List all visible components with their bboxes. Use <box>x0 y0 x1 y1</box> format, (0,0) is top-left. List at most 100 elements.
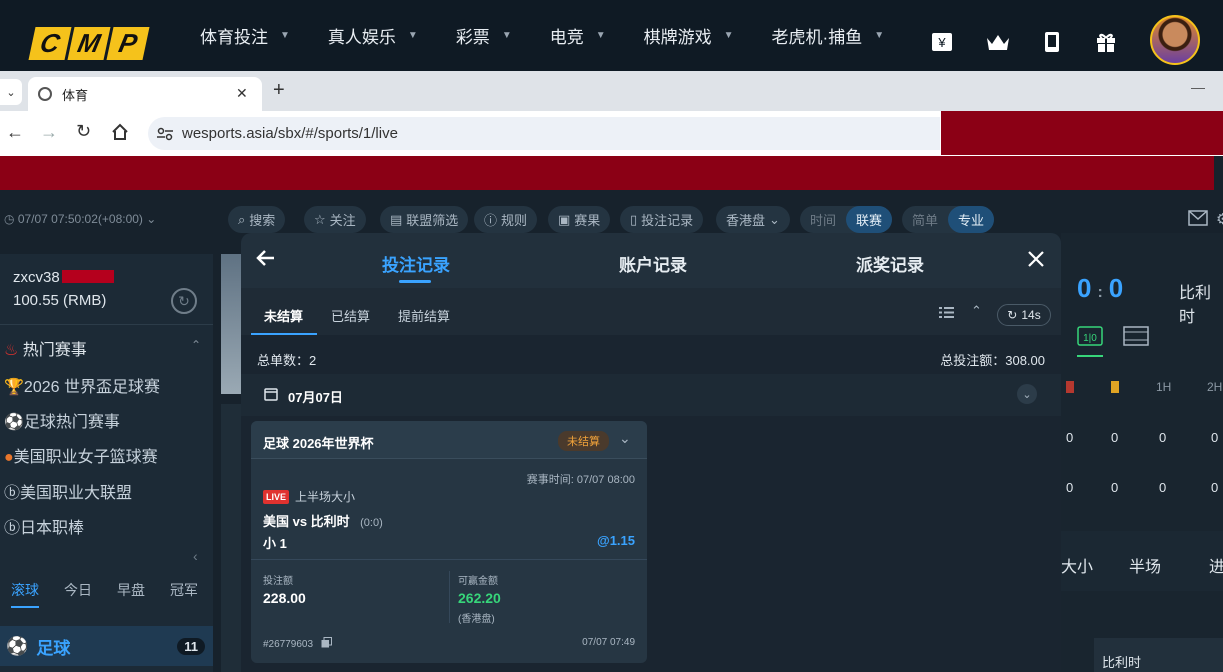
collapse-chevron-icon[interactable]: ‹ <box>193 548 198 564</box>
status-badge: 未结算 <box>558 431 609 451</box>
sort-league-option[interactable]: 联赛 <box>846 206 893 233</box>
match-time-label: 赛事时间: <box>526 474 574 486</box>
sidebar-item-wnba[interactable]: ●美国职业女子篮球赛 <box>4 443 158 467</box>
url-field[interactable]: wesports.asia/sbx/#/sports/1/live <box>148 117 940 150</box>
chevron-down-icon[interactable]: ⌄ <box>619 430 631 447</box>
gift-icon[interactable] <box>1094 30 1118 54</box>
username: zxcv38 <box>13 269 114 286</box>
subtab-settled[interactable]: 已结算 <box>331 306 370 325</box>
tab-account-records[interactable]: 账户记录 <box>619 251 687 276</box>
reload-icon[interactable]: ↻ <box>76 121 91 142</box>
rules-button[interactable]: ⓘ 规则 <box>474 206 538 233</box>
nav-item-board-games[interactable]: 棋牌游戏 ▼ <box>644 23 734 48</box>
clock: ◷ 07/07 07:50:02(+08:00) ⌄ <box>4 212 156 226</box>
yuan-icon[interactable]: ¥ <box>930 30 954 54</box>
score-cell: 0 <box>1111 430 1119 445</box>
bet-history-button[interactable]: ▯ 投注记录 <box>620 206 704 233</box>
sort-time-option[interactable]: 时间 <box>810 210 836 229</box>
tab-list-chevron-icon[interactable]: ⌄ <box>0 79 22 105</box>
avatar[interactable] <box>1150 15 1200 65</box>
nav-item-slots[interactable]: 老虎机·捕鱼 ▼ <box>772 23 885 48</box>
back-arrow-icon[interactable] <box>255 247 277 274</box>
date-group-header[interactable]: 07月07日 ⌄ <box>241 374 1061 416</box>
copy-icon[interactable] <box>321 637 333 651</box>
view-simple-option[interactable]: 简单 <box>912 210 938 229</box>
nav-item-lottery[interactable]: 彩票 ▼ <box>456 23 512 48</box>
site-logo[interactable]: C M P <box>28 27 150 60</box>
home-icon[interactable] <box>111 123 129 146</box>
tab-outright[interactable]: 冠军 <box>170 580 198 600</box>
market-tabs: 大小 半场 进 <box>1061 531 1223 591</box>
globe-icon <box>38 87 52 101</box>
back-icon[interactable]: ← <box>6 122 24 143</box>
search-button[interactable]: ⌕ 搜索 <box>228 206 286 233</box>
tab-over-under[interactable]: 大小 <box>1061 553 1093 577</box>
date-label: 07月07日 <box>288 390 343 405</box>
status-subtabs: 未结算 已结算 提前结算 ⌃ ↻ 14s <box>241 288 1061 335</box>
filter-icon: ▤ <box>390 211 403 227</box>
chevron-up-icon[interactable]: ⌃ <box>191 338 201 352</box>
bet-card-header[interactable]: 足球 2026年世界杯 未结算 ⌄ <box>251 421 647 459</box>
col-1h: 1H <box>1156 380 1172 394</box>
market-cell[interactable]: 比利时 <box>1094 638 1223 672</box>
results-button[interactable]: ▣ 赛果 <box>548 206 611 233</box>
mail-icon[interactable] <box>1188 210 1208 231</box>
list-view-icon[interactable] <box>939 306 954 324</box>
forward-icon[interactable]: → <box>40 122 58 143</box>
crown-icon[interactable] <box>985 30 1009 54</box>
logo-letter: C <box>28 27 72 60</box>
close-tab-icon[interactable]: ✕ <box>236 85 248 102</box>
tab-bet-records[interactable]: 投注记录 <box>382 251 450 276</box>
sidebar-item-label: 美国职业大联盟 <box>20 485 133 502</box>
scoreboard-icon: ▣ <box>558 211 571 227</box>
browser-tab[interactable]: 体育 ✕ <box>28 77 262 111</box>
video-icon[interactable] <box>1123 325 1149 352</box>
bet-market-row: LIVE 上半场大小 <box>263 488 355 505</box>
collapse-all-icon[interactable]: ⌃ <box>971 303 982 319</box>
tab-goals[interactable]: 进 <box>1209 553 1223 577</box>
hot-events-header[interactable]: ♨ 热门赛事 <box>4 336 87 360</box>
refresh-button[interactable]: ↻ 14s <box>997 304 1051 326</box>
match-time-value: 07/07 08:00 <box>576 474 635 486</box>
sidebar-item-world-cup[interactable]: 🏆2026 世界盃足球赛 <box>4 373 160 397</box>
sidebar-item-football-hot[interactable]: ⚽足球热门赛事 <box>4 408 120 432</box>
url-text: wesports.asia/sbx/#/sports/1/live <box>182 125 398 142</box>
col-2h: 2H <box>1207 380 1223 394</box>
bet-slip-card: 足球 2026年世界杯 未结算 ⌄ 赛事时间: 07/07 08:00 LIVE… <box>251 421 647 663</box>
subtab-cashout[interactable]: 提前结算 <box>398 306 450 325</box>
tab-payout-records[interactable]: 派奖记录 <box>856 251 924 276</box>
total-stake-value: 308.00 <box>1005 353 1045 368</box>
nav-label: 棋牌游戏 <box>643 28 712 47</box>
league-filter-button[interactable]: ▤ 联盟筛选 <box>380 206 469 233</box>
mobile-icon[interactable] <box>1040 30 1064 54</box>
follow-button[interactable]: ☆ 关注 <box>304 206 366 233</box>
tab-live[interactable]: 滚球 <box>11 580 39 608</box>
baseball-icon: ⓑ <box>4 520 21 537</box>
odds-format-select[interactable]: 香港盘 ⌄ <box>716 206 790 233</box>
close-icon[interactable] <box>1027 250 1045 273</box>
sport-item-football[interactable]: ⚽ 足球 11 <box>0 626 213 666</box>
tab-half[interactable]: 半场 <box>1129 553 1161 577</box>
sidebar-item-mlb[interactable]: ⓑ美国职业大联盟 <box>4 479 132 503</box>
view-pro-option[interactable]: 专业 <box>948 206 995 233</box>
trophy-icon: 🏆 <box>4 379 24 396</box>
score-cell: 0 <box>1066 430 1074 445</box>
site-info-icon[interactable] <box>156 126 174 146</box>
redacted-block <box>61 270 114 283</box>
nav-item-live-casino[interactable]: 真人娱乐 ▼ <box>328 23 418 48</box>
scoreboard-icon[interactable]: 1|0 <box>1077 325 1103 357</box>
time-tabs: 滚球 今日 早盘 冠军 <box>0 572 213 608</box>
new-tab-button[interactable]: + <box>273 79 285 102</box>
search-icon: ⌕ <box>238 211 246 227</box>
nav-item-sports[interactable]: 体育投注 ▼ <box>200 23 290 48</box>
tab-early[interactable]: 早盘 <box>117 580 145 600</box>
soccer-ball-icon: ⚽ <box>6 635 29 656</box>
sidebar-item-npb[interactable]: ⓑ日本职棒 <box>4 514 84 538</box>
subtab-unsettled[interactable]: 未结算 <box>264 306 303 325</box>
tab-today[interactable]: 今日 <box>64 580 92 600</box>
refresh-balance-icon[interactable]: ↻ <box>171 288 197 314</box>
chevron-down-icon[interactable]: ⌄ <box>1017 384 1037 404</box>
nav-item-esports[interactable]: 电竞 ▼ <box>550 23 606 48</box>
minimize-icon[interactable]: — <box>1191 79 1205 95</box>
settings-icon[interactable]: ⚙ <box>1216 210 1223 228</box>
